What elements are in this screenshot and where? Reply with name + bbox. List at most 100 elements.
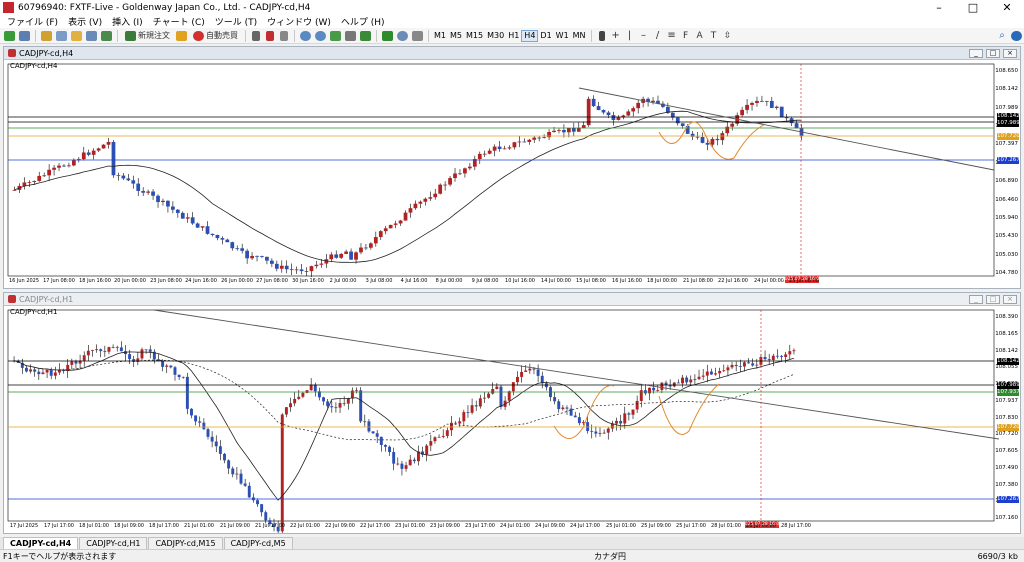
chart-window-h1[interactable]: CADJPY-cd,H1 _ □ × CADJPY-cd,H1 108.390 1… xyxy=(3,292,1021,534)
new-chart-button[interactable] xyxy=(3,30,16,42)
data-window-button[interactable] xyxy=(55,30,68,42)
timeframe-m30[interactable]: M30 xyxy=(485,30,506,42)
chart-minimize-button[interactable]: _ xyxy=(969,294,983,304)
community-button[interactable] xyxy=(1010,30,1023,42)
menu-window[interactable]: ウィンドウ (W) xyxy=(262,15,336,28)
timeframe-w1[interactable]: W1 xyxy=(554,30,571,42)
chart-close-button[interactable]: × xyxy=(1003,48,1017,58)
timeframe-m15[interactable]: M15 xyxy=(464,30,485,42)
timeframe-d1[interactable]: D1 xyxy=(538,30,553,42)
zoom-in-button[interactable] xyxy=(299,30,312,42)
timeframe-mn[interactable]: MN xyxy=(571,30,588,42)
price-level-label: 107.267 xyxy=(997,496,1020,503)
candle-body xyxy=(245,250,249,259)
candle-body xyxy=(794,123,799,129)
terminal-button[interactable] xyxy=(85,30,98,42)
label-button[interactable]: T xyxy=(708,30,720,42)
menu-tools[interactable]: ツール (T) xyxy=(210,15,262,28)
vertical-line-button[interactable]: | xyxy=(624,30,636,42)
candle-body xyxy=(235,473,239,475)
chart-shift-button[interactable] xyxy=(344,30,357,42)
h1-chart-canvas[interactable] xyxy=(4,306,1020,533)
search-button[interactable]: ⌕ xyxy=(996,30,1008,42)
candle-body xyxy=(289,403,292,408)
indicators-button[interactable] xyxy=(381,30,394,42)
price-level-label: 107.989 xyxy=(997,120,1020,127)
candle-body xyxy=(194,415,198,422)
metaeditor-button[interactable] xyxy=(175,30,188,42)
tab-cadjpy-h4[interactable]: CADJPY-cd,H4 xyxy=(3,537,79,549)
market-watch-button[interactable] xyxy=(40,30,53,42)
candle-body xyxy=(214,441,218,447)
channel-button[interactable]: ≡ xyxy=(666,30,678,42)
menu-view[interactable]: 表示 (V) xyxy=(63,15,107,28)
candle-body xyxy=(293,398,297,404)
timeframe-h1[interactable]: H1 xyxy=(506,30,521,42)
timeframe-h4[interactable]: H4 xyxy=(521,29,539,42)
candle-body xyxy=(532,368,536,370)
candle-body xyxy=(482,153,487,155)
profiles-button[interactable] xyxy=(18,30,31,42)
auto-trade-button[interactable]: 自動売買 xyxy=(190,30,241,42)
h4-chart-canvas[interactable] xyxy=(4,60,1020,288)
zoom-out-button[interactable] xyxy=(314,30,327,42)
chart-maximize-button[interactable]: □ xyxy=(986,294,1000,304)
candle-body xyxy=(255,255,259,257)
price-scale-label: 108.390 xyxy=(995,314,1018,320)
tile-windows-button[interactable] xyxy=(329,30,342,42)
chart-maximize-button[interactable]: □ xyxy=(986,48,1000,58)
chart-minimize-button[interactable]: _ xyxy=(969,48,983,58)
price-chart-h1[interactable]: CADJPY-cd,H1 108.390 108.165 108.142 108.05… xyxy=(4,306,1020,533)
close-button[interactable]: ✕ xyxy=(990,1,1024,14)
crosshair-button[interactable]: + xyxy=(610,30,622,42)
autoscroll-button[interactable] xyxy=(359,30,372,42)
candle-body xyxy=(375,433,379,437)
chart-window-h4[interactable]: CADJPY-cd,H4 _ □ × CADJPY-cd,H4 108.650 1… xyxy=(3,46,1021,289)
candle-body xyxy=(240,248,245,251)
timeframe-m1[interactable]: M1 xyxy=(432,30,448,42)
line-chart-button[interactable] xyxy=(278,30,290,42)
trendline-button[interactable]: / xyxy=(652,30,664,42)
candle-body xyxy=(412,459,416,462)
tab-cadjpy-m15[interactable]: CADJPY-cd,M15 xyxy=(148,537,223,549)
new-order-icon xyxy=(125,30,136,41)
menu-chart[interactable]: チャート (C) xyxy=(148,15,210,28)
new-order-button[interactable]: 新規注文 xyxy=(122,30,173,42)
chart-close-button[interactable]: × xyxy=(1003,294,1017,304)
minimize-button[interactable]: – xyxy=(922,1,956,14)
price-scale-label: 108.650 xyxy=(995,68,1018,74)
horizontal-line-button[interactable]: – xyxy=(638,30,650,42)
text-button[interactable]: A xyxy=(694,30,706,42)
terminal-icon xyxy=(86,30,97,41)
cursor-button[interactable] xyxy=(596,30,608,42)
templates-button[interactable] xyxy=(411,30,424,42)
menu-insert[interactable]: 挿入 (I) xyxy=(107,15,148,28)
candle-body xyxy=(714,373,717,375)
navigator-button[interactable] xyxy=(70,30,83,42)
candle-body xyxy=(502,148,507,150)
candle-body xyxy=(441,435,445,437)
periodicity-button[interactable] xyxy=(396,30,409,42)
candle-body xyxy=(495,386,499,389)
profiles-icon xyxy=(19,30,30,41)
fibonacci-button[interactable]: F xyxy=(680,30,692,42)
arrows-button[interactable]: ⇳ xyxy=(722,30,734,42)
candle-body xyxy=(512,142,517,148)
tab-cadjpy-m5[interactable]: CADJPY-cd,M5 xyxy=(223,537,293,549)
candle-body xyxy=(161,361,165,367)
candle-body xyxy=(359,247,363,253)
separator xyxy=(245,29,246,42)
candlestick-button[interactable] xyxy=(264,30,276,42)
menu-help[interactable]: ヘルプ (H) xyxy=(336,15,390,28)
maximize-button[interactable]: □ xyxy=(956,1,990,14)
bar-chart-button[interactable] xyxy=(250,30,262,42)
timeframe-m5[interactable]: M5 xyxy=(448,30,464,42)
menu-file[interactable]: ファイル (F) xyxy=(2,15,63,28)
candle-body xyxy=(458,173,462,175)
cursor-icon xyxy=(598,30,605,41)
strategy-tester-button[interactable] xyxy=(100,30,113,42)
tab-cadjpy-h1[interactable]: CADJPY-cd,H1 xyxy=(79,537,148,549)
price-chart-h4[interactable]: CADJPY-cd,H4 108.650108.142107.989107.72… xyxy=(4,60,1020,288)
candle-body xyxy=(553,397,557,402)
market-watch-icon xyxy=(41,30,52,41)
